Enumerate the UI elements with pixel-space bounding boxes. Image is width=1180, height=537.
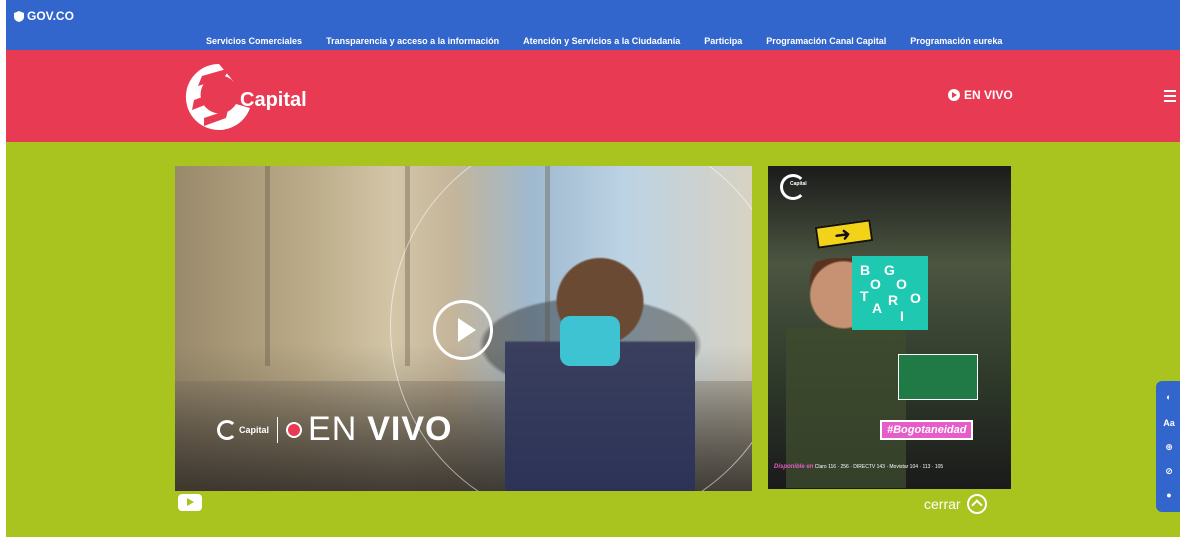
menu-line bbox=[1164, 95, 1176, 97]
zoom-icon[interactable]: ⊕ bbox=[1163, 441, 1175, 453]
gov-co-label: GOV.CO bbox=[27, 9, 74, 23]
tile-letter: O bbox=[910, 290, 921, 306]
tile-letter: I bbox=[900, 308, 904, 324]
play-circle-icon bbox=[948, 89, 960, 101]
capital-brand-name: Capital bbox=[240, 88, 307, 111]
en-vivo-label: EN VIVO bbox=[964, 88, 1013, 102]
nav-participa[interactable]: Participa bbox=[704, 36, 742, 46]
text-size-icon[interactable]: Aa bbox=[1163, 417, 1175, 429]
hamburger-menu-icon[interactable] bbox=[1164, 90, 1176, 102]
bogotario-tile: B O G O T A R I O bbox=[852, 256, 928, 330]
capital-mini-logo-icon bbox=[217, 419, 237, 440]
tile-letter: T bbox=[860, 288, 869, 304]
gov-co-logo[interactable]: GOV.CO bbox=[14, 9, 74, 23]
close-label: cerrar bbox=[924, 496, 961, 512]
en-vivo-link[interactable]: EN VIVO bbox=[948, 88, 1013, 102]
shield-icon bbox=[14, 10, 24, 22]
tile-letter: A bbox=[872, 300, 883, 316]
overlay-brand: Capital bbox=[239, 424, 270, 435]
capital-logo[interactable]: Capital bbox=[184, 60, 307, 134]
bogotario-promo-banner[interactable]: Capital B O G O T A R I O #Bogotaneidad … bbox=[768, 166, 1011, 489]
road-sign-icon bbox=[898, 354, 978, 400]
promo-brand: Capital bbox=[790, 181, 807, 187]
gov-nav: Servicios Comerciales Transparencia y ac… bbox=[206, 36, 1002, 46]
tile-letter: O bbox=[870, 276, 881, 292]
menu-line bbox=[1164, 90, 1176, 92]
info-icon[interactable]: ● bbox=[1163, 489, 1175, 501]
video-live-overlay: Capital EN VIVO bbox=[217, 410, 453, 449]
site-header: Capital EN VIVO bbox=[6, 50, 1180, 142]
video-play-button[interactable] bbox=[433, 300, 493, 360]
nav-programacion-canal-capital[interactable]: Programación Canal Capital bbox=[766, 36, 886, 46]
accessibility-toolbar: ◐ Aa ⊕ ⊘ ● bbox=[1156, 381, 1180, 512]
tile-letter: R bbox=[888, 292, 899, 308]
nav-programacion-eureka[interactable]: Programación eureka bbox=[910, 36, 1002, 46]
live-dot-icon bbox=[286, 421, 303, 438]
overlay-vivo: VIVO bbox=[367, 410, 453, 448]
tile-letter: B bbox=[860, 262, 871, 278]
tile-letter: G bbox=[884, 262, 895, 278]
link-icon[interactable]: ⊘ bbox=[1163, 465, 1175, 477]
close-button[interactable]: cerrar bbox=[924, 494, 987, 514]
menu-line bbox=[1164, 100, 1176, 102]
overlay-divider bbox=[277, 416, 279, 443]
gov-co-bar: GOV.CO Servicios Comerciales Transparenc… bbox=[6, 0, 1180, 50]
promo-channels: Claro 116 · 256 · DIRECTV 143 · Movistar… bbox=[814, 464, 944, 470]
nav-transparencia[interactable]: Transparencia y acceso a la información bbox=[326, 36, 499, 46]
nav-atencion-ciudadania[interactable]: Atención y Servicios a la Ciudadanía bbox=[523, 36, 680, 46]
promo-available-label: Disponible en bbox=[774, 464, 814, 470]
arrow-sign-icon bbox=[814, 219, 874, 249]
capital-promo-logo-icon bbox=[780, 174, 806, 200]
chevron-up-icon bbox=[966, 494, 987, 514]
main-content: Capital EN VIVO Capital B O G O T A R I … bbox=[6, 142, 1180, 537]
hashtag-badge: #Bogotaneidad bbox=[880, 420, 974, 440]
nav-servicios-comerciales[interactable]: Servicios Comerciales bbox=[206, 36, 302, 46]
youtube-icon[interactable] bbox=[178, 494, 202, 511]
promo-footer: Disponible en Claro 116 · 256 · DIRECTV … bbox=[774, 464, 943, 470]
live-video-player[interactable]: Capital EN VIVO bbox=[175, 166, 752, 491]
overlay-en: EN bbox=[308, 410, 358, 448]
tile-letter: O bbox=[896, 276, 907, 292]
contrast-icon[interactable]: ◐ bbox=[1163, 391, 1175, 403]
